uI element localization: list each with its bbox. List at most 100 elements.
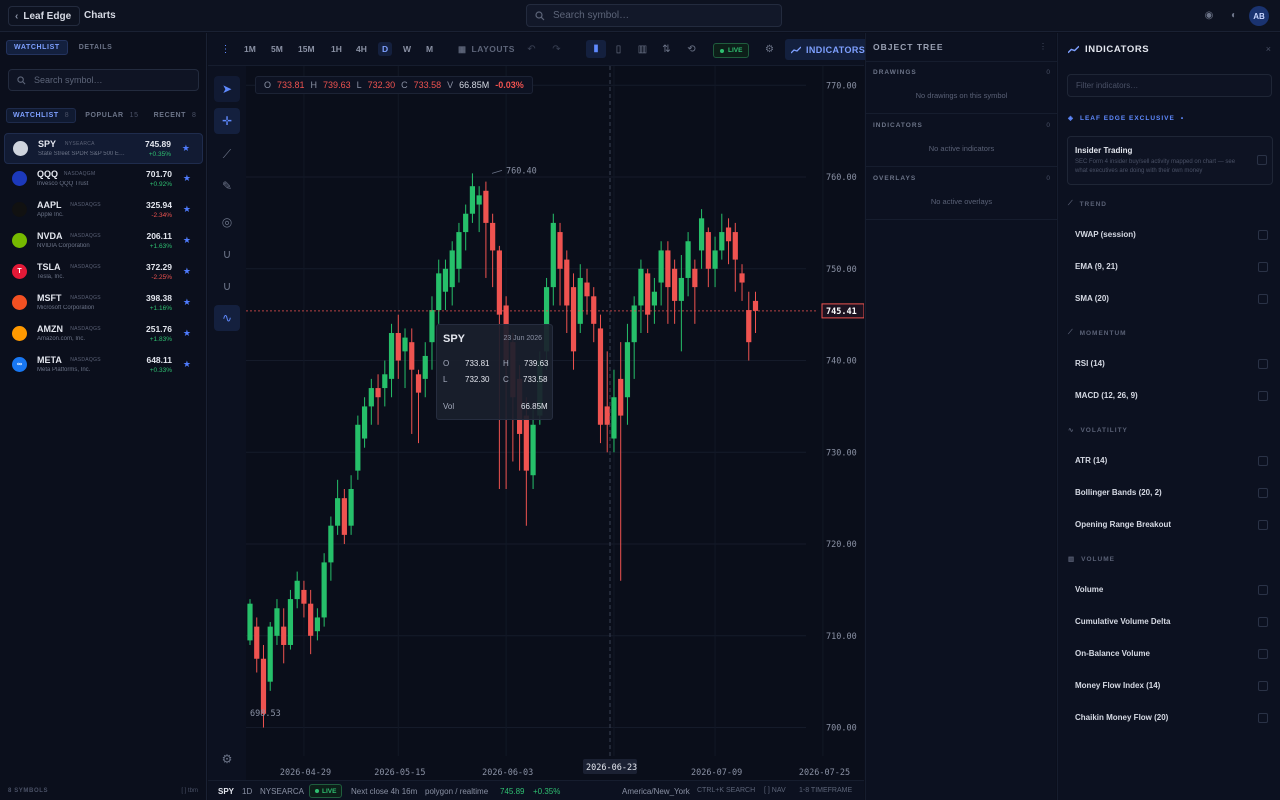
star-icon[interactable]: ★ — [183, 297, 191, 308]
indicator-checkbox[interactable] — [1258, 488, 1268, 498]
candle-body — [490, 222, 496, 251]
insider-trading-item[interactable]: Insider Trading SEC Form 4 insider buy/s… — [1067, 136, 1273, 185]
layouts-button[interactable]: ▦ LAYOUTS — [458, 44, 515, 55]
indicator-name: Chaikin Money Flow (20) — [1075, 713, 1169, 722]
hollow-candles-icon[interactable]: ▥ — [635, 42, 650, 57]
subtab-popular[interactable]: POPULAR 15 — [79, 108, 144, 123]
measure-icon[interactable]: ◎ — [214, 209, 240, 235]
indicator-item[interactable]: ATR (14) — [1058, 451, 1280, 471]
watchlist-item-meta[interactable]: ∞ META NASDAQGS Meta Platforms, Inc. 648.11 +… — [4, 350, 203, 381]
candles-icon[interactable]: ▮ — [586, 40, 606, 58]
candlestick-chart[interactable]: 770.00 760.00 750.00 740.00 730.00 720.00 710.… — [246, 66, 864, 780]
tf-5m[interactable]: 5M — [271, 44, 283, 54]
indicator-checkbox[interactable] — [1258, 617, 1268, 627]
indicator-checkbox[interactable] — [1258, 359, 1268, 369]
tab-watchlist[interactable]: WATCHLIST — [6, 40, 68, 55]
panel-menu-icon[interactable]: ⋮ — [1039, 42, 1047, 51]
watchlist-search-input[interactable]: Search symbol… — [8, 69, 199, 91]
indicator-item[interactable]: Bollinger Bands (20, 2) — [1058, 483, 1280, 503]
more-vertical-icon[interactable]: ⋮ — [218, 42, 233, 57]
subtab-watchlist[interactable]: WATCHLIST 8 — [6, 108, 77, 123]
symbol-search-input[interactable]: Search symbol… — [526, 4, 782, 27]
indicator-item[interactable]: MACD (12, 26, 9) — [1058, 386, 1280, 406]
candle-body — [638, 268, 644, 306]
indicator-checkbox[interactable] — [1258, 456, 1268, 466]
star-icon[interactable]: ★ — [183, 266, 191, 277]
indicator-checkbox[interactable] — [1258, 230, 1268, 240]
star-icon[interactable]: ★ — [183, 204, 191, 215]
tf-1m[interactable]: 1M — [244, 44, 256, 54]
cursor-icon[interactable]: ➤ — [214, 76, 240, 102]
back-home-button[interactable]: ‹ Leaf Edge — [8, 6, 81, 26]
indicator-item[interactable]: Cumulative Volume Delta — [1058, 612, 1280, 632]
indicator-checkbox[interactable] — [1258, 713, 1268, 723]
candle-body — [335, 498, 341, 526]
subtab-recent[interactable]: RECENT 8 — [148, 108, 203, 123]
indicator-item[interactable]: Money Flow Index (14) — [1058, 676, 1280, 696]
tf-m[interactable]: M — [426, 44, 433, 54]
gear-icon[interactable]: ⚙ — [762, 42, 777, 57]
tooltip-open: 733.81 — [465, 359, 490, 368]
compare-icon[interactable]: ⟲ — [684, 42, 699, 57]
tf-w[interactable]: W — [403, 44, 411, 54]
avatar[interactable]: AB — [1249, 6, 1269, 26]
tf-d[interactable]: D — [378, 42, 393, 56]
indicator-checkbox[interactable] — [1258, 585, 1268, 595]
close-icon[interactable]: × — [1266, 44, 1271, 54]
star-icon[interactable]: ★ — [183, 328, 191, 339]
star-icon[interactable]: ★ — [182, 143, 190, 154]
watchlist-item-tsla[interactable]: T TSLA NASDAQGS Tesla, Inc. 372.29 -2.25% ★ — [4, 257, 203, 288]
indicator-checkbox[interactable] — [1258, 681, 1268, 691]
indicator-filter-input[interactable]: Filter indicators… — [1067, 74, 1272, 97]
indicator-item[interactable]: EMA (9, 21) — [1058, 257, 1280, 277]
indicators-button[interactable]: INDICATORS — [785, 39, 872, 60]
indicator-item[interactable]: On-Balance Volume — [1058, 644, 1280, 664]
indicator-item[interactable]: Chaikin Money Flow (20) — [1058, 708, 1280, 728]
tf-1h[interactable]: 1H — [331, 44, 342, 54]
notifications-icon[interactable]: ◉ — [1203, 10, 1215, 22]
magnet-icon[interactable]: ∪ — [214, 241, 240, 267]
brush-icon[interactable]: ✎ — [214, 173, 240, 199]
watchlist-item-spy[interactable]: SPY NYSEARCA State Street SPDR S&P 500 E… 7… — [4, 133, 203, 164]
watchlist-item-aapl[interactable]: AAPL NASDAQGS Apple Inc. 325.94 -2.34% ★ — [4, 195, 203, 226]
price-chart[interactable]: 770.00 760.00 750.00 740.00 730.00 720.00 710.… — [246, 66, 864, 780]
divider — [866, 166, 1057, 167]
indicator-checkbox[interactable] — [1258, 294, 1268, 304]
candle-body — [402, 337, 408, 352]
indicator-item[interactable]: Volume — [1058, 580, 1280, 600]
watchlist-item-amzn[interactable]: AMZN NASDAQGS Amazon.com, Inc. 251.76 +1.83%… — [4, 319, 203, 350]
candle-body — [692, 268, 698, 288]
indicator-checkbox[interactable] — [1258, 262, 1268, 272]
indicator-item[interactable]: VWAP (session) — [1058, 225, 1280, 245]
pulse-icon[interactable]: ∿ — [214, 305, 240, 331]
star-icon[interactable]: ★ — [183, 235, 191, 246]
indicator-checkbox[interactable] — [1258, 649, 1268, 659]
watchlist-item-qqq[interactable]: QQQ NASDAQGM Invesco QQQ Trust 701.70 +0.92%… — [4, 164, 203, 195]
lock-icon[interactable]: ∪ — [214, 273, 240, 299]
bars-icon[interactable]: ▯ — [611, 42, 626, 57]
watchlist-item-msft[interactable]: MSFT NASDAQGS Microsoft Corporation 398.38 +… — [4, 288, 203, 319]
crosshair-tooltip: SPY 23 Jun 2026 O 733.81 H 739.63 L 732.… — [436, 324, 553, 420]
indicator-item[interactable]: RSI (14) — [1058, 354, 1280, 374]
chart-settings-icon[interactable]: ⚙ — [214, 746, 240, 772]
tf-4h[interactable]: 4H — [356, 44, 367, 54]
indicator-item[interactable]: SMA (20) — [1058, 289, 1280, 309]
insider-trading-checkbox[interactable] — [1257, 155, 1267, 165]
step-line-icon[interactable]: ⇅ — [659, 42, 674, 57]
tab-details[interactable]: DETAILS — [72, 40, 120, 55]
watchlist-item-nvda[interactable]: NVDA NASDAQGS NVIDIA Corporation 206.11 +1.6… — [4, 226, 203, 257]
star-icon[interactable]: ★ — [183, 359, 191, 370]
indicators-label: INDICATORS — [873, 122, 923, 129]
indicator-item[interactable]: Opening Range Breakout — [1058, 515, 1280, 535]
indicator-name: Cumulative Volume Delta — [1075, 617, 1171, 626]
indicator-checkbox[interactable] — [1258, 391, 1268, 401]
star-icon[interactable]: ★ — [183, 173, 191, 184]
trend-line-tool-icon[interactable]: ⟋ — [214, 141, 240, 167]
redo-icon[interactable]: ↷ — [549, 42, 564, 57]
crosshair-icon[interactable]: ✛ — [214, 108, 240, 134]
undo-icon[interactable]: ↶ — [524, 42, 539, 57]
status-change: +0.35% — [533, 787, 561, 796]
indicator-checkbox[interactable] — [1258, 520, 1268, 530]
tf-15m[interactable]: 15M — [298, 44, 315, 54]
theme-toggle-icon[interactable]: ◐ — [1228, 10, 1240, 22]
